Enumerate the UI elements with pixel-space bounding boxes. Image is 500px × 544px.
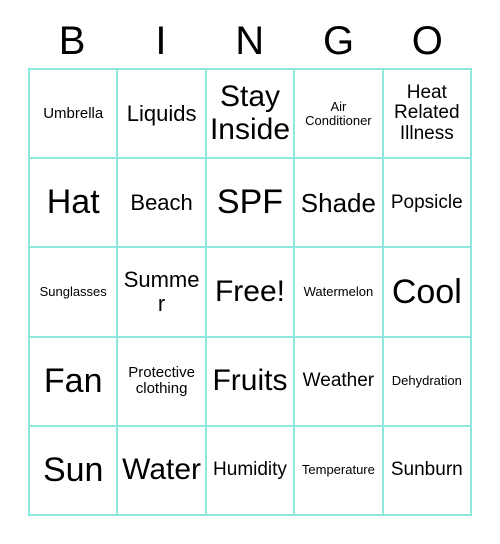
bingo-cell-b3[interactable]: Sunglasses [30,248,119,338]
bingo-cell-o4[interactable]: Dehydration [383,337,472,427]
bingo-cell-g4[interactable]: Weather [295,337,384,427]
bingo-header-letter-o: O [411,19,444,63]
bingo-cell-o5[interactable]: Sunburn [383,426,472,516]
bingo-cell-n5[interactable]: Humidity [206,426,296,516]
bingo-cell-label: Protective clothing [128,364,195,398]
bingo-cell-i1[interactable]: Liquids [118,70,207,160]
bingo-cell-label: Temperature [301,462,375,478]
bingo-cell-label: Weather [302,369,375,391]
bingo-cell-label: Air Conditioner [305,98,372,128]
bingo-header-letter-b: B [58,19,86,63]
bingo-cell-b5[interactable]: Sun [30,426,119,516]
bingo-cell-g5[interactable]: Temperature [295,426,384,516]
bingo-cell-g2[interactable]: Shade [295,159,384,249]
bingo-header-letter-i: I [155,19,167,63]
bingo-cell-b4[interactable]: Fan [30,337,119,427]
bingo-cell-i5[interactable]: Water [118,426,207,516]
bingo-cell-b2[interactable]: Hat [30,159,119,249]
bingo-cell-label: Popsicle [390,191,463,213]
bingo-cell-g3[interactable]: Watermelon [295,248,384,338]
bingo-cell-label: Watermelon [303,283,374,299]
bingo-cell-label: Sun [42,451,104,490]
bingo-cell-g1[interactable]: Air Conditioner [295,70,384,160]
bingo-cell-label: Humidity [213,459,287,481]
bingo-cell-label: Liquids [126,100,197,126]
bingo-cell-n4[interactable]: Fruits [206,337,296,427]
bingo-cell-n2[interactable]: SPF [206,159,296,249]
bingo-cell-label: Fruits [212,364,288,397]
bingo-cell-label: Shade [300,187,376,218]
bingo-cell-label: Sunglasses [39,283,107,299]
bingo-cell-i4[interactable]: Protective clothing [118,337,207,427]
bingo-cell-o1[interactable]: Heat Related Illness [383,70,472,160]
bingo-cell-b1[interactable]: Umbrella [30,70,119,160]
bingo-cell-label: Umbrella [43,104,104,122]
bingo-cell-label: Summer [123,267,200,316]
bingo-header-row: B I N G O [28,14,472,68]
bingo-cell-n1[interactable]: Stay Inside [206,70,296,160]
bingo-cell-label: Free! [214,274,285,308]
bingo-cell-label: Stay Inside [209,80,291,146]
bingo-cell-o2[interactable]: Popsicle [383,159,472,249]
bingo-card: B I N G O Umbrella Liquids Stay Inside A… [0,0,500,544]
bingo-grid: Umbrella Liquids Stay Inside Air Conditi… [28,68,472,516]
bingo-cell-label: Beach [130,189,193,215]
bingo-cell-label: Fan [43,361,103,400]
bingo-cell-label: Dehydration [391,373,462,389]
bingo-cell-free-space[interactable]: Free! [206,248,296,338]
bingo-cell-label: SPF [216,183,284,222]
bingo-cell-label: Water [122,453,202,487]
bingo-cell-o3[interactable]: Cool [383,248,472,338]
bingo-header-letter-n: N [235,19,265,63]
bingo-cell-label: Sunburn [390,459,463,481]
bingo-cell-label: Cool [391,272,462,311]
bingo-header-letter-g: G [322,19,355,63]
bingo-cell-i2[interactable]: Beach [118,159,207,249]
bingo-cell-i3[interactable]: Summer [118,248,207,338]
bingo-cell-label: Hat [46,183,100,222]
bingo-cell-label: Heat Related Illness [394,81,460,144]
